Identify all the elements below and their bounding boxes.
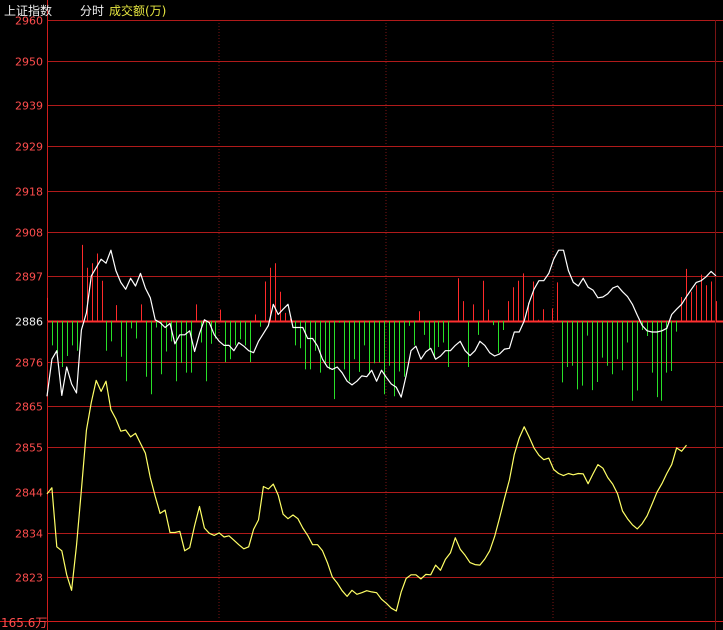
y-tick-label: 2908: [15, 227, 43, 240]
chart-header: 上证指数 分时 成交额(万): [4, 3, 166, 18]
y-axis-ticks: 2960295029392929291829082897288628762865…: [15, 15, 43, 585]
header-metric: 成交额(万): [109, 3, 166, 18]
header-index-name: 上证指数: [4, 3, 52, 18]
y-tick-label: 2823: [15, 572, 43, 585]
y-tick-label: 2929: [15, 141, 43, 154]
volume-bars: [47, 244, 717, 401]
volume-scale-label: 165.6万: [1, 616, 47, 630]
y-tick-label: 2950: [15, 56, 43, 69]
header-mode: 分时: [80, 4, 104, 18]
price-lines: [46, 249, 717, 612]
y-tick-label: 2855: [15, 442, 43, 455]
chart-canvas: 2960295029392929291829082897288628762865…: [0, 0, 723, 630]
index-price-line: [46, 249, 717, 398]
y-tick-label: 2886: [15, 316, 43, 329]
y-tick-label: 2918: [15, 186, 43, 199]
y-tick-label: 2876: [15, 357, 43, 370]
y-tick-label: 2939: [15, 100, 43, 113]
intraday-chart: 2960 2950 2939 2929 2918 2908 2897 2886 2876 2865…: [0, 0, 723, 630]
y-tick-label: 2844: [15, 487, 43, 500]
average-price-line: [46, 379, 687, 612]
y-tick-label: 2897: [15, 271, 43, 284]
y-tick-label: 2865: [15, 401, 43, 414]
y-tick-label: 2834: [15, 528, 43, 541]
grid-lines: [0, 0, 723, 630]
